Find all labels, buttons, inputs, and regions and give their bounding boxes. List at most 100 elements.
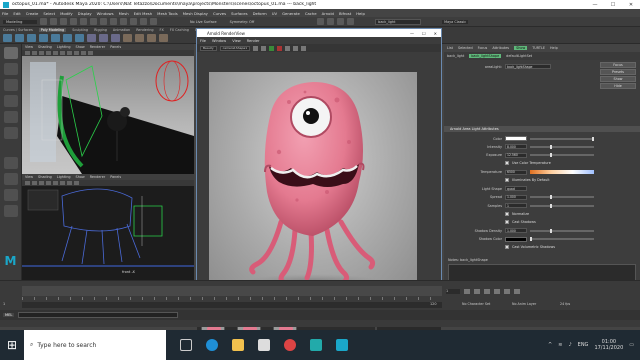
camera-icon[interactable] xyxy=(25,181,30,185)
shelf-tab-animation[interactable]: Animation xyxy=(113,28,130,32)
checkbox[interactable] xyxy=(505,161,509,166)
attr-slider[interactable] xyxy=(530,144,594,149)
shelf-tab-fx-caching[interactable]: FX Caching xyxy=(170,28,189,32)
smooth-shade-icon[interactable] xyxy=(39,181,44,185)
snap-view-icon[interactable] xyxy=(150,18,157,25)
snap-point-icon[interactable] xyxy=(140,18,147,25)
symmetry-label[interactable]: Symmetry: Off xyxy=(230,20,255,24)
grid-icon[interactable] xyxy=(81,51,86,55)
graph-layout-icon[interactable] xyxy=(3,205,18,217)
hide-button[interactable]: Hide xyxy=(600,83,636,89)
lasso-tool-icon[interactable] xyxy=(3,63,18,75)
viewport-menu-shading[interactable]: Shading xyxy=(38,45,52,49)
lights-icon[interactable] xyxy=(53,51,58,55)
menu-curves[interactable]: Curves xyxy=(213,11,226,16)
shape-field[interactable]: back_lightShape xyxy=(505,64,551,69)
ipr-render-icon[interactable] xyxy=(327,18,335,25)
snapshot-icon[interactable] xyxy=(293,45,299,51)
textured-icon[interactable] xyxy=(46,181,51,185)
menu-mesh-tools[interactable]: Mesh Tools xyxy=(157,11,178,16)
select-tool-icon[interactable] xyxy=(3,47,18,59)
wifi-icon[interactable]: ≋ xyxy=(558,342,562,348)
four-view-icon[interactable] xyxy=(3,173,18,185)
separate-icon[interactable] xyxy=(99,34,108,42)
play-back-icon[interactable] xyxy=(484,288,490,294)
aov-select[interactable]: Beauty xyxy=(200,45,217,51)
move-tool-icon[interactable] xyxy=(3,95,18,107)
checkbox[interactable] xyxy=(505,245,509,250)
rv-menu-render[interactable]: Render xyxy=(247,39,260,43)
menu-mesh[interactable]: Mesh xyxy=(119,11,129,16)
crop-icon[interactable] xyxy=(285,45,291,51)
attr-slider[interactable] xyxy=(530,153,594,158)
step-back-icon[interactable] xyxy=(474,288,480,294)
attr-field[interactable]: 1 xyxy=(505,203,527,209)
ae-node-tab[interactable]: defaultLightSet xyxy=(506,54,532,58)
textured-icon[interactable] xyxy=(46,51,51,55)
attr-field[interactable]: 6500 xyxy=(505,169,527,175)
attr-field[interactable]: 1.000 xyxy=(505,194,527,200)
step-forward-icon[interactable] xyxy=(504,288,510,294)
stop-icon[interactable] xyxy=(277,45,283,51)
paint-select-icon[interactable] xyxy=(3,79,18,91)
viewport-menu-view[interactable]: View xyxy=(25,45,33,49)
snap-grid-icon[interactable] xyxy=(120,18,127,25)
menu-deform[interactable]: Deform xyxy=(253,11,267,16)
viewport-menu-show[interactable]: Show xyxy=(76,175,85,179)
menu-arnold[interactable]: Arnold xyxy=(322,11,334,16)
select-component-icon[interactable] xyxy=(110,18,117,25)
viewport-menu-panels[interactable]: Panels xyxy=(110,45,121,49)
single-view-icon[interactable] xyxy=(3,157,18,169)
start-frame[interactable]: 1 xyxy=(3,302,5,306)
torus-icon[interactable] xyxy=(51,34,60,42)
menu-uv[interactable]: UV xyxy=(272,11,277,16)
ipr-icon[interactable] xyxy=(269,45,275,51)
select-object-icon[interactable] xyxy=(100,18,107,25)
new-scene-icon[interactable] xyxy=(40,18,47,25)
shelf-tab-poly-modeling[interactable]: Poly Modeling xyxy=(38,28,67,32)
rotate-tool-icon[interactable] xyxy=(3,111,18,123)
perspective-viewport[interactable]: View Shading Lighting Show Renderer Panels xyxy=(22,44,194,174)
alpha-icon[interactable] xyxy=(261,45,267,51)
viewport-menu-view[interactable]: View xyxy=(25,175,33,179)
wireframe-icon[interactable] xyxy=(32,51,37,55)
shadows-icon[interactable] xyxy=(60,181,65,185)
shadows-icon[interactable] xyxy=(60,51,65,55)
time-slider[interactable]: 1 120 1 No Character Set No Anim Layer 2… xyxy=(0,280,640,310)
ae-node-tab[interactable]: back_light xyxy=(447,54,464,58)
checkbox[interactable] xyxy=(505,211,509,216)
ae-subtab-selected[interactable]: Selected xyxy=(458,46,473,50)
render-canvas[interactable] xyxy=(209,72,417,292)
anim-layer[interactable]: No Anim Layer xyxy=(512,302,536,306)
arnold-app-icon[interactable] xyxy=(310,339,322,351)
ae-subtab-attributes[interactable]: Attributes xyxy=(492,46,509,50)
exposure-icon[interactable] xyxy=(301,45,307,51)
maximize-button[interactable]: ☐ xyxy=(604,2,622,8)
file-explorer-icon[interactable] xyxy=(232,339,244,351)
checkbox[interactable] xyxy=(505,220,509,224)
attr-field[interactable]: 1.000 xyxy=(505,228,527,234)
color-swatch[interactable] xyxy=(505,136,527,141)
attr-slider[interactable] xyxy=(530,203,594,208)
fps-select[interactable]: 24 fps xyxy=(560,302,570,306)
show-button[interactable]: Show xyxy=(600,76,636,82)
play-forward-icon[interactable] xyxy=(494,288,500,294)
shelf-tab-rigging[interactable]: Rigging xyxy=(94,28,107,32)
attr-field[interactable]: 8.000 xyxy=(505,144,527,150)
sphere-icon[interactable] xyxy=(3,34,12,42)
viewport-menu-shading[interactable]: Shading xyxy=(38,175,52,179)
menu-create[interactable]: Create xyxy=(26,11,39,16)
store-icon[interactable] xyxy=(258,339,270,351)
chrome-icon[interactable] xyxy=(284,339,296,351)
rv-menu-window[interactable]: Window xyxy=(212,39,226,43)
shelf-tab-sculpting[interactable]: Sculpting xyxy=(72,28,88,32)
focus-button[interactable]: Focus xyxy=(600,62,636,68)
menu-surfaces[interactable]: Surfaces xyxy=(231,11,247,16)
task-view-icon[interactable] xyxy=(180,339,192,351)
temperature-bar[interactable] xyxy=(530,170,594,175)
smooth-icon[interactable] xyxy=(111,34,120,42)
viewport-menu-renderer[interactable]: Renderer xyxy=(90,175,105,179)
lights-icon[interactable] xyxy=(53,181,58,185)
rgb-icon[interactable] xyxy=(253,45,259,51)
viewport-menu-lighting[interactable]: Lighting xyxy=(57,45,71,49)
